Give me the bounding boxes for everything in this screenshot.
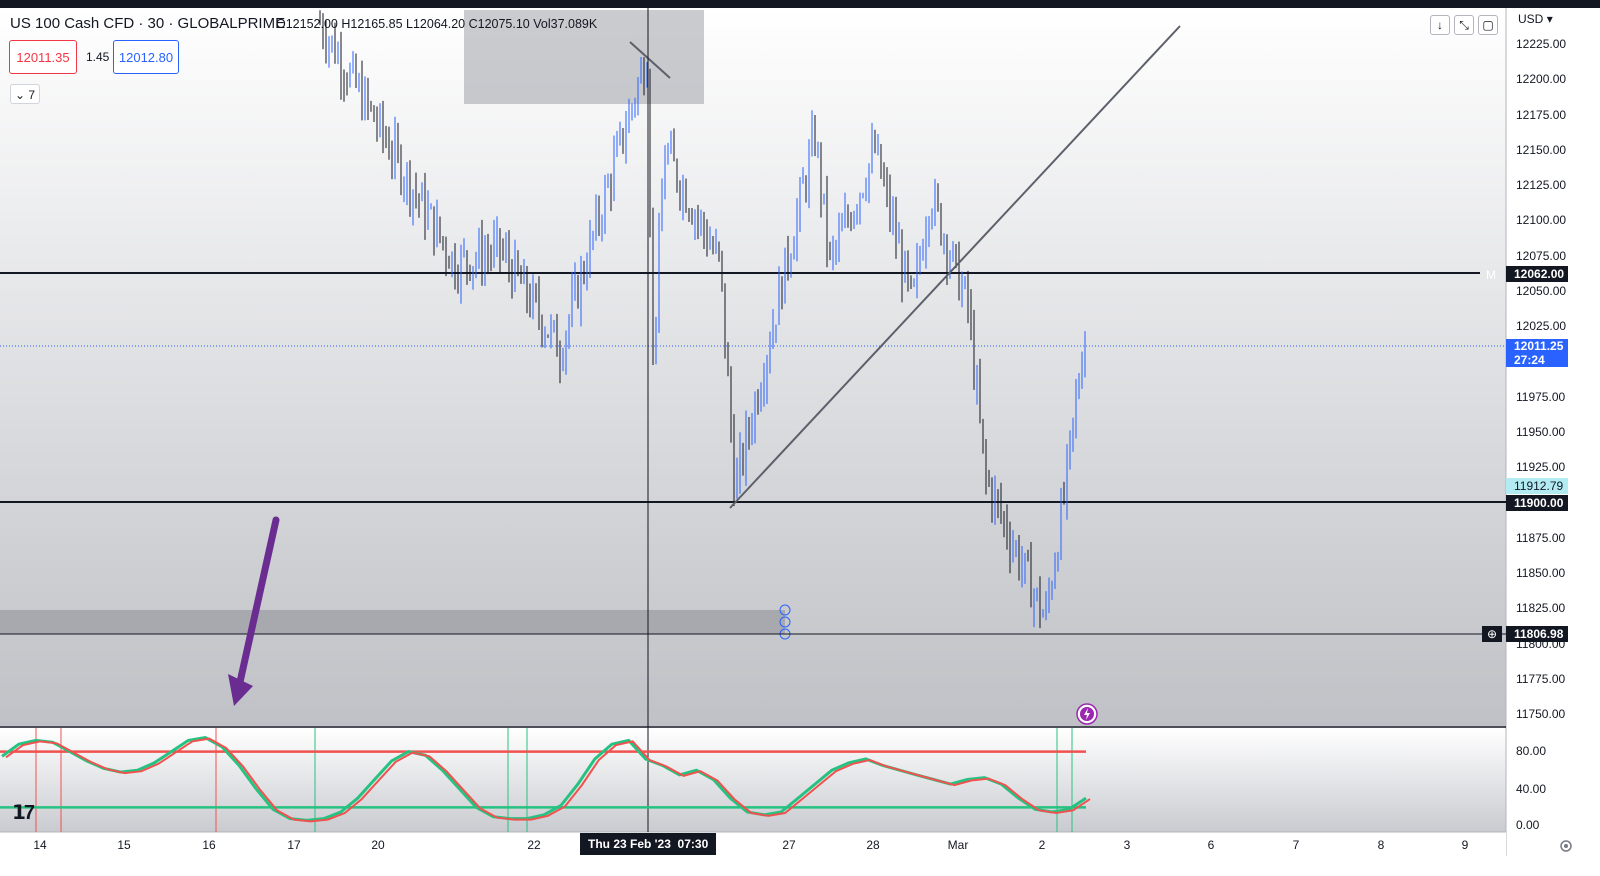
scroll-down-icon[interactable]: ↓: [1430, 15, 1450, 35]
m-label: M: [1486, 268, 1496, 282]
top-border: [0, 0, 1600, 8]
currency-label: USD: [1518, 12, 1544, 26]
price-tick: 12150.00: [1516, 143, 1567, 157]
crosshair-date: Thu 23 Feb '23: [588, 837, 671, 851]
price-tick: 11825.00: [1516, 601, 1566, 615]
time-tick: 7: [1292, 838, 1300, 852]
buy-button[interactable]: 12012.80: [113, 40, 179, 74]
price-tick: 12100.00: [1516, 213, 1567, 227]
oscillator-pane-bg: [0, 728, 1506, 832]
time-tick: 20: [371, 838, 385, 852]
time-tick: 3: [1123, 838, 1131, 852]
low-value: 12064.20: [412, 17, 466, 31]
compare-icon[interactable]: ⤡: [1454, 15, 1474, 35]
price-tick: 12050.00: [1516, 284, 1567, 298]
indicators-toggle[interactable]: ⌄ 7: [10, 84, 40, 104]
price-tick: 11750.00: [1516, 707, 1566, 721]
spread-value: 1.45: [86, 50, 110, 64]
close-label: C: [468, 17, 478, 31]
currency-selector[interactable]: USD ▾: [1518, 12, 1553, 26]
vol-value: 37.089K: [550, 17, 598, 31]
time-tick: 27: [782, 838, 796, 852]
open-value: 12152.00: [285, 17, 338, 31]
add-alert-icon[interactable]: ⊕: [1482, 626, 1502, 642]
level-tag-mid: 11900.00: [1506, 495, 1568, 511]
price-tick: 12025.00: [1516, 319, 1567, 333]
high-value: 12165.85: [350, 17, 403, 31]
time-tick: 14: [33, 838, 47, 852]
price-tick: 11950.00: [1516, 425, 1566, 439]
osc-tick: 80.00: [1516, 744, 1547, 758]
price-tick: 11775.00: [1516, 672, 1566, 686]
crosshair-time-tag: Thu 23 Feb '23 07:30: [580, 833, 717, 855]
osc-tick: 0.00: [1516, 818, 1540, 832]
price-tick: 12225.00: [1516, 37, 1567, 51]
time-tick: 22: [527, 838, 541, 852]
price-tick: 11925.00: [1516, 460, 1566, 474]
level-tag-high: 12062.00: [1506, 266, 1568, 282]
close-value: 12075.10: [477, 17, 530, 31]
osc-tick: 40.00: [1516, 782, 1547, 796]
bid-tag: 11912.79: [1506, 478, 1568, 494]
time-tick: 8: [1377, 838, 1385, 852]
sell-button[interactable]: 12011.35: [9, 40, 77, 74]
open-label: O: [276, 17, 286, 31]
time-tick: 15: [117, 838, 131, 852]
bar-countdown: 27:24: [1514, 353, 1545, 367]
chart-canvas[interactable]: M: [0, 0, 1600, 876]
demand-zone-rect[interactable]: [0, 610, 785, 634]
time-tick: 9: [1461, 838, 1469, 852]
trading-chart-window: M US 100 Cash CFD · 30 · GLOBALPRIME O12: [0, 0, 1600, 876]
price-tick: 12075.00: [1516, 249, 1567, 263]
last-price-tag: 12011.25 27:24: [1506, 339, 1568, 367]
time-tick: 16: [202, 838, 216, 852]
time-tick: 17: [287, 838, 301, 852]
low-label: L: [406, 17, 413, 31]
maximize-icon[interactable]: ▢: [1478, 15, 1498, 35]
time-axis-bg[interactable]: [0, 832, 1506, 876]
crosshair-price-tag: 11806.98: [1506, 626, 1568, 642]
price-tick: 11975.00: [1516, 390, 1566, 404]
chevron-down-icon: ▾: [1546, 12, 1553, 26]
ohlc-readout: O12152.00 H12165.85 L12064.20 C12075.10 …: [276, 17, 597, 31]
vol-label: Vol: [533, 17, 551, 31]
price-tick: 11875.00: [1516, 531, 1566, 545]
time-tick: Mar: [947, 838, 969, 852]
price-tick: 12125.00: [1516, 178, 1567, 192]
indicator-count: 7: [28, 88, 36, 102]
time-tick: 28: [866, 838, 880, 852]
symbol-title[interactable]: US 100 Cash CFD · 30 · GLOBALPRIME: [10, 15, 285, 32]
price-tick: 12200.00: [1516, 72, 1567, 86]
tradingview-logo-icon[interactable]: 𝟭7: [12, 800, 35, 825]
lightning-icon[interactable]: [1076, 703, 1098, 725]
time-tick: 6: [1207, 838, 1215, 852]
chevron-down-icon: ⌄: [14, 88, 26, 102]
crosshair-time: 07:30: [677, 837, 709, 851]
time-tick: 2: [1038, 838, 1046, 852]
last-price-value: 12011.25: [1514, 339, 1564, 353]
price-tick: 12175.00: [1516, 108, 1567, 122]
price-tick: 11850.00: [1516, 566, 1566, 580]
